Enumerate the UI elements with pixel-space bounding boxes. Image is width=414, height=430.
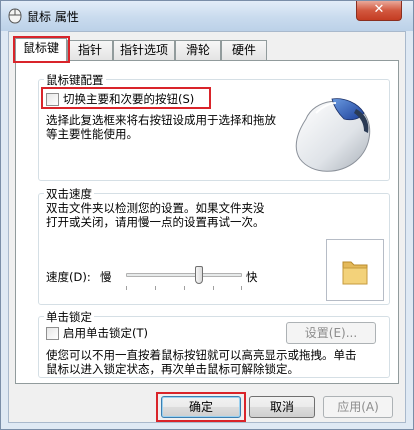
- slider-tick: [184, 286, 185, 290]
- button-config-description-2: 等主要性能使用。: [46, 127, 138, 141]
- ok-highlight-annotation: [156, 392, 246, 422]
- click-lock-description-2: 鼠标以进入锁定状态，再次单击鼠标可解除锁定。: [46, 362, 299, 376]
- slider-tick: [155, 286, 156, 290]
- click-lock-description-1: 使您可以不用一直按着鼠标按钮就可以高亮显示或拖拽。单击: [46, 348, 357, 362]
- button-config-description-1: 选择此复选框来将右按钮设成用于选择和拖放: [46, 113, 276, 127]
- click-lock-checkbox[interactable]: [46, 327, 59, 340]
- apply-button-label: 应用(A): [337, 400, 379, 414]
- mouse-app-icon: [8, 8, 22, 24]
- slider-tick: [241, 286, 242, 290]
- mouse-image: [295, 98, 371, 172]
- slider-thumb[interactable]: [195, 266, 203, 284]
- click-lock-legend: 单击锁定: [44, 309, 94, 325]
- tab-label: 滑轮: [185, 43, 210, 57]
- tab-wheel[interactable]: 滑轮: [175, 40, 221, 60]
- click-lock-label[interactable]: 启用单击锁定(T): [63, 326, 148, 340]
- slow-label: 慢: [100, 270, 112, 284]
- double-click-speed-slider[interactable]: [126, 265, 242, 291]
- tab-label: 指针: [77, 43, 102, 57]
- folder-icon[interactable]: [341, 256, 369, 286]
- checkbox-highlight-annotation: [41, 87, 211, 109]
- speed-label: 速度(D):: [46, 270, 91, 284]
- slider-tick: [213, 286, 214, 290]
- double-click-description-1: 双击文件夹以检测您的设置。如果文件夹没: [46, 201, 265, 215]
- tab-pointer-options[interactable]: 指针选项: [113, 40, 175, 60]
- click-lock-settings-button[interactable]: 设置(E)...: [286, 322, 376, 344]
- window-title: 鼠标 属性: [27, 10, 79, 24]
- fast-label: 快: [246, 270, 258, 284]
- title-bar[interactable]: 鼠标 属性 ✕: [1, 1, 413, 31]
- close-icon: ✕: [373, 2, 385, 17]
- button-config-legend: 鼠标键配置: [44, 72, 106, 88]
- slider-tick: [126, 286, 127, 290]
- tab-label: 硬件: [231, 43, 256, 57]
- tab-label: 指针选项: [119, 43, 168, 57]
- close-button[interactable]: ✕: [356, 1, 402, 21]
- cancel-button-label: 取消: [269, 400, 294, 414]
- settings-button-label: 设置(E)...: [304, 326, 358, 340]
- apply-button[interactable]: 应用(A): [323, 396, 393, 418]
- test-folder-area[interactable]: [326, 239, 384, 301]
- cancel-button[interactable]: 取消: [249, 396, 315, 418]
- mouse-properties-window: 鼠标 属性 ✕ 鼠标键 指针 指针选项 滑轮 硬件 鼠标键配置 切换主要和次要的…: [0, 0, 414, 430]
- tab-panel-buttons: 鼠标键配置 切换主要和次要的按钮(S) 选择此复选框来将右按钮设成用于选择和拖放…: [15, 60, 399, 384]
- double-click-description-2: 打开或关闭，请用慢一点的设置再试一次。: [46, 215, 265, 229]
- dialog-body: 鼠标键 指针 指针选项 滑轮 硬件 鼠标键配置 切换主要和次要的按钮(S) 选择…: [8, 31, 406, 423]
- double-click-legend: 双击速度: [44, 186, 94, 202]
- tab-pointers[interactable]: 指针: [67, 40, 113, 60]
- tab-hardware[interactable]: 硬件: [221, 40, 267, 60]
- slider-track[interactable]: [126, 273, 242, 277]
- tab-highlight-annotation: [13, 36, 70, 63]
